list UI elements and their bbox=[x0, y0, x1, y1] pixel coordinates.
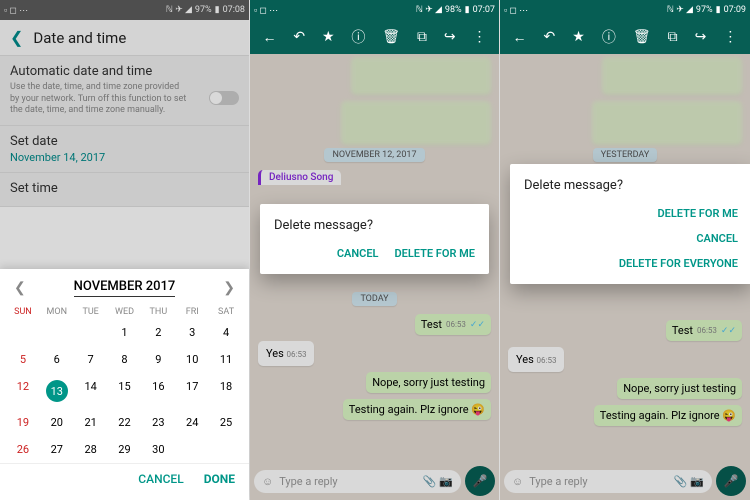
calendar-day[interactable]: 22 bbox=[108, 412, 142, 433]
calendar-day[interactable]: 13 bbox=[40, 376, 74, 406]
status-bar: ▫ ◻ ⋯ ℕ ✈ ◢ 98%▮07:07 bbox=[250, 0, 499, 20]
clock: 07:09 bbox=[724, 5, 746, 15]
chat-area: NOVEMBER 12, 2017 Deliusno Song TODAY Te… bbox=[250, 54, 499, 500]
calendar-day[interactable]: 12 bbox=[6, 376, 40, 406]
calendar-day bbox=[209, 439, 243, 460]
star-icon[interactable]: ★ bbox=[322, 29, 335, 45]
calendar-day[interactable]: 18 bbox=[209, 376, 243, 406]
calendar-dow: SUNMONTUEWEDTHUFRISAT bbox=[0, 301, 249, 319]
delete-dialog: Delete message? CANCEL DELETE FOR ME bbox=[260, 204, 489, 274]
cancel-button[interactable]: CANCEL bbox=[337, 247, 379, 260]
info-icon[interactable]: ⓘ bbox=[351, 27, 365, 47]
calendar-day[interactable]: 20 bbox=[40, 412, 74, 433]
calendar-day bbox=[6, 322, 40, 343]
calendar-body[interactable]: 1234567891011121314151617181920212223242… bbox=[0, 319, 249, 463]
calendar-day[interactable]: 17 bbox=[175, 376, 209, 406]
calendar-day[interactable]: 14 bbox=[74, 376, 108, 406]
calendar-day[interactable]: 28 bbox=[74, 439, 108, 460]
battery: 97% bbox=[195, 5, 212, 15]
page-title: Date and time bbox=[33, 29, 126, 47]
selection-toolbar: ← ↶ ★ ⓘ 🗑 ⧉ ↪ ⋮ bbox=[250, 20, 499, 54]
cancel-button[interactable]: CANCEL bbox=[696, 232, 738, 245]
calendar-day[interactable]: 6 bbox=[40, 349, 74, 370]
status-bar: ▫ ◻ ⋯ ℕ ✈ ◢ 97%▮07:08 bbox=[0, 0, 249, 20]
nfc-icon: ℕ ✈ ◢ bbox=[166, 5, 192, 15]
calendar-day[interactable]: 1 bbox=[108, 322, 142, 343]
copy-icon[interactable]: ⧉ bbox=[417, 29, 427, 45]
whatsapp-panel-1: ▫ ◻ ⋯ ℕ ✈ ◢ 98%▮07:07 ← ↶ ★ ⓘ 🗑 ⧉ ↪ ⋮ NO… bbox=[250, 0, 500, 500]
more-icon[interactable]: ⋮ bbox=[472, 29, 486, 45]
settings-header: ❮ Date and time bbox=[0, 20, 249, 56]
calendar-day[interactable]: 30 bbox=[141, 439, 175, 460]
calendar-picker: ❮ NOVEMBER 2017 ❯ SUNMONTUEWEDTHUFRISAT … bbox=[0, 269, 249, 500]
dialog-title: Delete message? bbox=[524, 178, 738, 193]
more-icon[interactable]: ⋮ bbox=[723, 29, 737, 45]
set-date-value: November 14, 2017 bbox=[10, 151, 239, 164]
selection-toolbar: ← ↶ ★ ⓘ 🗑 ⧉ ↪ ⋮ bbox=[500, 20, 750, 54]
back-icon[interactable]: ← bbox=[262, 29, 276, 46]
delete-icon[interactable]: 🗑 bbox=[382, 29, 400, 45]
calendar-day[interactable]: 26 bbox=[6, 439, 40, 460]
calendar-day[interactable]: 11 bbox=[209, 349, 243, 370]
calendar-day[interactable]: 19 bbox=[6, 412, 40, 433]
calendar-day[interactable]: 5 bbox=[6, 349, 40, 370]
next-month-icon[interactable]: ❯ bbox=[223, 280, 235, 296]
calendar-day[interactable]: 4 bbox=[209, 322, 243, 343]
calendar-month[interactable]: NOVEMBER 2017 bbox=[74, 279, 176, 297]
calendar-day[interactable]: 10 bbox=[175, 349, 209, 370]
delete-icon[interactable]: 🗑 bbox=[633, 29, 651, 45]
delete-dialog: Delete message? DELETE FOR ME CANCEL DEL… bbox=[510, 164, 750, 284]
calendar-day[interactable]: 2 bbox=[141, 322, 175, 343]
delete-for-me-button[interactable]: DELETE FOR ME bbox=[394, 247, 475, 260]
setting-title: Automatic date and time bbox=[10, 64, 239, 79]
back-icon[interactable]: ← bbox=[513, 29, 527, 46]
clock: 07:08 bbox=[223, 5, 245, 15]
calendar-day[interactable]: 21 bbox=[74, 412, 108, 433]
auto-datetime-setting[interactable]: Automatic date and time Use the date, ti… bbox=[0, 56, 249, 126]
calendar-day[interactable]: 23 bbox=[141, 412, 175, 433]
calendar-day[interactable]: 27 bbox=[40, 439, 74, 460]
delete-for-me-button[interactable]: DELETE FOR ME bbox=[657, 207, 738, 220]
copy-icon[interactable]: ⧉ bbox=[668, 29, 678, 45]
calendar-day[interactable]: 7 bbox=[74, 349, 108, 370]
clock: 07:07 bbox=[473, 5, 495, 15]
calendar-day[interactable]: 9 bbox=[141, 349, 175, 370]
dialog-title: Delete message? bbox=[274, 218, 475, 233]
calendar-day[interactable]: 15 bbox=[108, 376, 142, 406]
prev-month-icon[interactable]: ❮ bbox=[14, 280, 26, 296]
calendar-day[interactable]: 25 bbox=[209, 412, 243, 433]
notif-icon: ▫ ◻ ⋯ bbox=[4, 5, 28, 16]
status-bar: ▫ ◻ ⋯ ℕ ✈ ◢ 97%▮07:09 bbox=[500, 0, 750, 20]
calendar-day bbox=[40, 322, 74, 343]
set-time-label: Set time bbox=[10, 181, 239, 196]
set-date-row[interactable]: Set date November 14, 2017 bbox=[0, 126, 249, 173]
calendar-day[interactable]: 3 bbox=[175, 322, 209, 343]
cancel-button[interactable]: CANCEL bbox=[138, 472, 183, 486]
calendar-day[interactable]: 16 bbox=[141, 376, 175, 406]
star-icon[interactable]: ★ bbox=[572, 29, 585, 45]
calendar-day bbox=[74, 322, 108, 343]
settings-panel: ▫ ◻ ⋯ ℕ ✈ ◢ 97%▮07:08 ❮ Date and time Au… bbox=[0, 0, 250, 500]
forward-icon[interactable]: ↪ bbox=[444, 29, 456, 45]
set-time-row[interactable]: Set time bbox=[0, 173, 249, 207]
forward-icon[interactable]: ↪ bbox=[695, 29, 707, 45]
setting-desc: Use the date, time, and time zone provid… bbox=[10, 82, 190, 117]
reply-icon[interactable]: ↶ bbox=[544, 29, 556, 45]
toggle-switch[interactable] bbox=[209, 91, 239, 105]
calendar-day[interactable]: 29 bbox=[108, 439, 142, 460]
calendar-day[interactable]: 8 bbox=[108, 349, 142, 370]
delete-for-everyone-button[interactable]: DELETE FOR EVERYONE bbox=[619, 257, 738, 270]
reply-icon[interactable]: ↶ bbox=[293, 29, 305, 45]
calendar-day[interactable]: 24 bbox=[175, 412, 209, 433]
chat-area: YESTERDAY Test06:53✓✓ Yes 06:53 Nope, so… bbox=[500, 54, 750, 500]
set-date-label: Set date bbox=[10, 134, 239, 149]
calendar-day bbox=[175, 439, 209, 460]
done-button[interactable]: DONE bbox=[204, 472, 235, 486]
back-icon[interactable]: ❮ bbox=[10, 28, 23, 47]
whatsapp-panel-2: ▫ ◻ ⋯ ℕ ✈ ◢ 97%▮07:09 ← ↶ ★ ⓘ 🗑 ⧉ ↪ ⋮ YE… bbox=[500, 0, 750, 500]
info-icon[interactable]: ⓘ bbox=[602, 27, 616, 47]
